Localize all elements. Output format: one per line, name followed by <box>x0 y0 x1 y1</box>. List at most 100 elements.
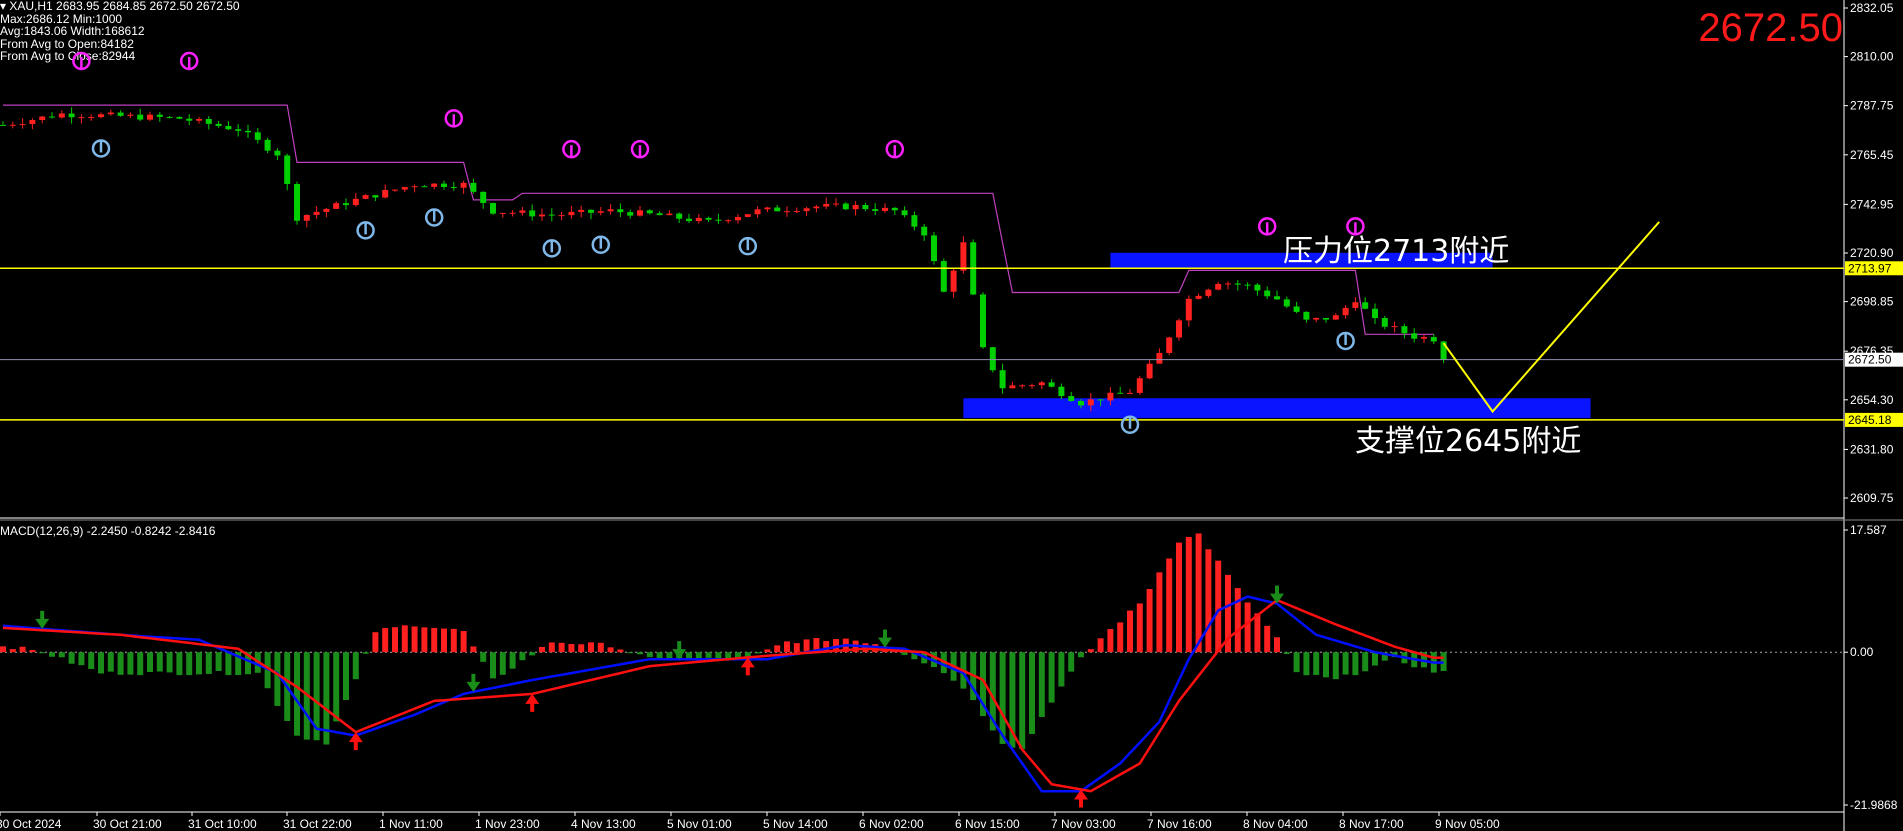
macd-hist-bar <box>450 628 457 653</box>
macd-hist-bar <box>441 628 447 653</box>
candle <box>264 137 271 154</box>
candle-body <box>1342 307 1349 316</box>
candle <box>215 120 222 128</box>
macd-hist-bar <box>205 652 212 674</box>
time-tick-label: 6 Nov 15:00 <box>955 817 1020 831</box>
candle-body <box>39 116 46 121</box>
candle <box>940 258 947 293</box>
candle <box>823 197 830 210</box>
candle-body <box>284 155 291 184</box>
candle <box>392 189 398 192</box>
macd-hist-bar <box>1342 652 1349 675</box>
macd-hist-bar <box>617 649 624 653</box>
candle-body <box>931 235 937 262</box>
time-tick-label: 31 Oct 10:00 <box>188 817 257 831</box>
macd-hist-bar <box>98 652 104 674</box>
macd-hist-bar <box>1274 637 1280 653</box>
candle <box>1421 334 1427 343</box>
candle-body <box>656 213 663 216</box>
candle-body <box>333 203 340 209</box>
candle <box>362 194 369 200</box>
sell-arrow-icon <box>878 629 892 648</box>
candle-body <box>1313 317 1320 320</box>
candle <box>882 203 888 213</box>
macd-hist-bar <box>29 649 36 653</box>
macd-hist-bar <box>1362 652 1369 672</box>
price-tick-label: 2765.45 <box>1850 148 1894 162</box>
candle <box>588 209 594 220</box>
candle-body <box>793 211 800 213</box>
candle-body <box>1205 289 1212 296</box>
macd-hist-bar <box>803 639 810 653</box>
candle-body <box>578 209 585 212</box>
candle-body <box>29 120 36 125</box>
candle-body <box>362 195 369 199</box>
candle <box>695 213 702 224</box>
support-label: 支撑位2645附近 <box>1355 424 1582 459</box>
candle-body <box>980 294 986 348</box>
candle <box>1283 296 1290 308</box>
macd-hist-bar <box>1283 652 1290 654</box>
macd-hist-bar <box>715 652 722 659</box>
resistance-label: 压力位2713附近 <box>1283 234 1510 269</box>
candle-body <box>1401 326 1408 334</box>
candle <box>303 214 310 228</box>
macd-hist-bar <box>793 643 800 653</box>
macd-hist-bar <box>1332 652 1339 680</box>
macd-hist-bar <box>588 642 594 653</box>
candle-body <box>568 211 575 216</box>
candle <box>754 206 761 218</box>
candle <box>617 203 624 217</box>
candle <box>1166 336 1173 356</box>
candle-body <box>901 210 908 216</box>
candle <box>607 204 614 215</box>
high-marker <box>444 109 464 128</box>
candle-body <box>392 189 398 191</box>
candle <box>1225 281 1231 290</box>
macd-hist-bar <box>225 652 232 676</box>
candle <box>784 206 790 217</box>
zone-layer <box>963 252 1591 419</box>
candle <box>1234 280 1241 291</box>
candle-body <box>225 125 232 130</box>
macd-hist-bar <box>1019 652 1026 750</box>
sell-arrow-icon <box>672 641 687 660</box>
candle-body <box>735 216 741 221</box>
price-chart[interactable]: 2713.972672.502645.18 2832.052810.002787… <box>0 0 1903 831</box>
macd-hist-bar <box>9 649 16 653</box>
sell-arrow-icon <box>35 610 50 629</box>
candle <box>656 211 663 216</box>
candle <box>1136 375 1143 395</box>
candle <box>1352 297 1359 311</box>
macd-hist-bar <box>19 646 26 653</box>
candle <box>333 201 340 210</box>
candle-body <box>872 209 879 211</box>
candle-body <box>166 116 173 118</box>
candle-body <box>205 118 212 124</box>
candle <box>1264 286 1271 300</box>
candle <box>1019 384 1026 389</box>
candle-body <box>803 208 810 212</box>
candle-body <box>1019 385 1026 387</box>
markers-layer <box>72 51 1365 434</box>
candle <box>137 108 144 122</box>
candle <box>127 112 134 119</box>
macd-hist-bar <box>352 652 359 680</box>
candle-body <box>313 211 320 215</box>
candle <box>29 118 36 130</box>
candle-body <box>245 130 251 133</box>
macd-hist-bar <box>1029 652 1035 735</box>
candle <box>1332 313 1339 320</box>
candle <box>568 205 575 219</box>
candle <box>323 208 330 218</box>
candle <box>744 214 751 218</box>
candle <box>499 212 506 218</box>
candle <box>911 211 918 231</box>
candle-body <box>480 191 487 204</box>
candle <box>1254 283 1261 296</box>
candle-body <box>499 212 506 214</box>
macd-hist-bar <box>68 652 75 664</box>
macd-hist-bar <box>401 625 408 653</box>
candle-body <box>431 183 438 187</box>
candle-body <box>764 207 771 210</box>
